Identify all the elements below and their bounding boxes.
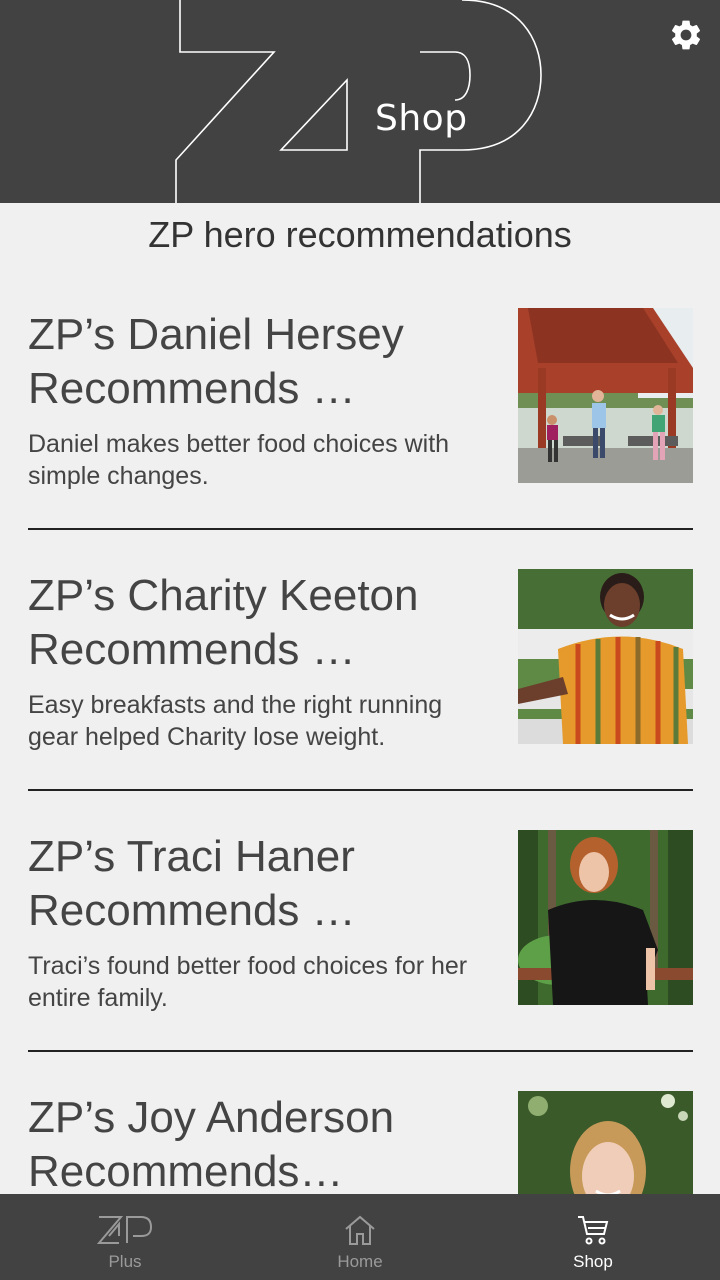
recommendation-card[interactable]: ZP’s Joy Anderson Recommends… bbox=[28, 1073, 693, 1194]
recommendation-card[interactable]: ZP’s Traci Haner Recommends … Traci’s fo… bbox=[28, 812, 693, 1073]
gear-icon bbox=[671, 20, 701, 50]
app-header: Shop bbox=[0, 0, 720, 203]
nav-tab-plus[interactable]: Plus bbox=[5, 1194, 245, 1280]
card-title: ZP’s Joy Anderson Recommends… bbox=[28, 1093, 395, 1194]
nav-label: Shop bbox=[573, 1252, 613, 1271]
card-divider bbox=[28, 1050, 693, 1052]
logo-subtitle: Shop bbox=[375, 98, 468, 139]
nav-label: Home bbox=[337, 1252, 383, 1271]
card-title: ZP’s Traci Haner Recommends … bbox=[28, 832, 356, 935]
card-divider bbox=[28, 789, 693, 791]
recommendation-card[interactable]: ZP’s Daniel Hersey Recommends … Daniel m… bbox=[28, 290, 693, 551]
card-divider bbox=[28, 528, 693, 530]
cart-icon bbox=[578, 1216, 609, 1245]
portrait-photo bbox=[518, 1091, 693, 1194]
card-title: ZP’s Daniel Hersey Recommends … bbox=[28, 310, 404, 413]
bottom-navigation: Plus Home Shop bbox=[0, 1194, 720, 1280]
recommendations-list[interactable]: ZP’s Daniel Hersey Recommends … Daniel m… bbox=[0, 290, 720, 1194]
home-icon bbox=[345, 1215, 375, 1245]
card-description: Easy breakfasts and the right running ge… bbox=[28, 691, 443, 751]
zp-logo bbox=[175, 0, 542, 203]
card-title: ZP’s Charity Keeton Recommends … bbox=[28, 571, 419, 674]
zp-logo-icon bbox=[97, 1216, 153, 1244]
nav-tab-shop[interactable]: Shop bbox=[473, 1194, 713, 1280]
card-description: Traci’s found better food choices for he… bbox=[28, 952, 468, 1012]
section-title: ZP hero recommendations bbox=[148, 214, 572, 255]
card-thumbnail[interactable] bbox=[518, 569, 693, 744]
portrait-photo bbox=[518, 830, 693, 1005]
card-thumbnail[interactable] bbox=[518, 830, 693, 1005]
card-description: Daniel makes better food choices with si… bbox=[28, 430, 450, 490]
card-thumbnail[interactable] bbox=[518, 308, 693, 483]
nav-label: Plus bbox=[108, 1252, 142, 1271]
park-pavilion-photo bbox=[518, 308, 693, 483]
card-thumbnail[interactable] bbox=[518, 1091, 693, 1194]
portrait-photo bbox=[518, 569, 693, 744]
recommendation-card[interactable]: ZP’s Charity Keeton Recommends … Easy br… bbox=[28, 551, 693, 812]
settings-button[interactable] bbox=[668, 17, 704, 53]
nav-tab-home[interactable]: Home bbox=[240, 1194, 480, 1280]
